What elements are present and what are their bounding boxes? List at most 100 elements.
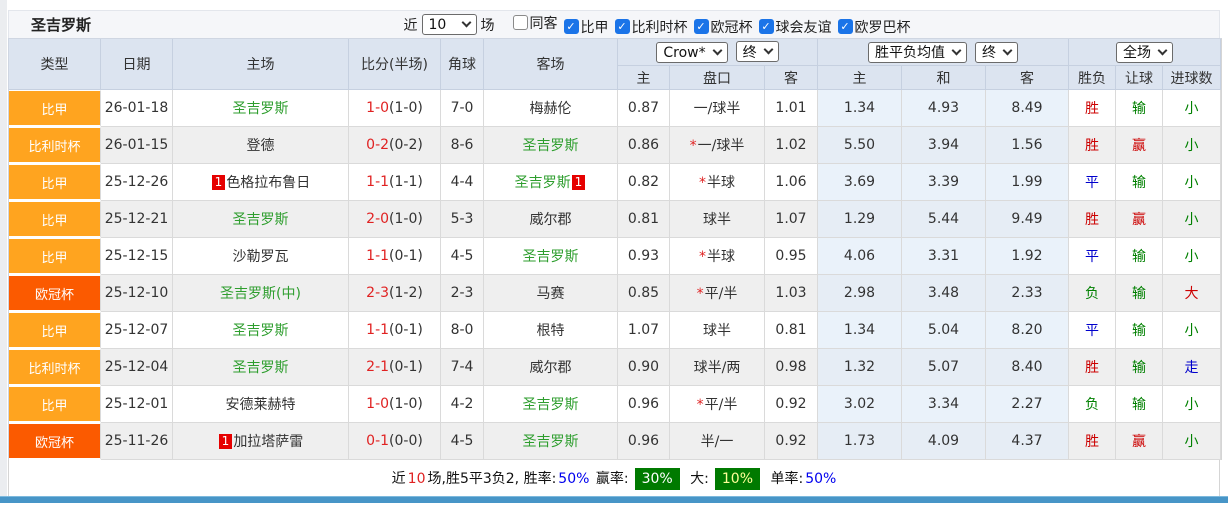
- away-team-cell: 圣吉罗斯: [484, 423, 618, 460]
- halftime-score: (1-0): [389, 100, 423, 116]
- col-header-type: 类型: [9, 39, 101, 90]
- filter-checkbox-比利时杯[interactable]: ✓ 比利时杯: [614, 17, 688, 37]
- changed-odds-star: *: [696, 286, 704, 302]
- scope-value: 全场: [1123, 45, 1151, 61]
- goals-result-cell: 小: [1163, 386, 1221, 423]
- handicap-cell: 半/一: [670, 423, 765, 460]
- score-cell: 1-1(1-1): [349, 164, 441, 201]
- avg-draw-cell: 5.44: [902, 201, 986, 238]
- fulltime-score: 1-0: [366, 396, 390, 412]
- sub-header-goals: 进球数: [1163, 66, 1221, 90]
- avg-draw-cell: 3.39: [902, 164, 986, 201]
- page-left-margin: [0, 0, 7, 496]
- handicap-result-cell: 输: [1116, 275, 1163, 312]
- checkbox-icon[interactable]: ✓: [563, 19, 579, 34]
- home-team-cell: 沙勒罗瓦: [173, 238, 349, 275]
- handicap-cell: 球半: [670, 312, 765, 349]
- filter-checkbox-比甲[interactable]: ✓ 比甲: [563, 17, 609, 37]
- match-row: 比利时杯 25-12-04 圣吉罗斯 2-1(0-1) 7-4 威尔郡 0.90 球半/两 0.…: [9, 349, 1221, 386]
- outcome-cell: 胜: [1069, 349, 1116, 386]
- matches-table: 类型 日期 主场 比分(半场) 角球 客场 Crow* 终 胜平负均值 终 全场…: [8, 38, 1222, 460]
- avg-home-cell: 1.34: [818, 312, 902, 349]
- chevron-down-icon: [951, 45, 962, 55]
- away-team-cell: 梅赫伦: [484, 90, 618, 127]
- league-type-cell: 比甲: [9, 90, 101, 127]
- result-group-header: 全场: [1069, 39, 1221, 66]
- chevron-down-icon: [712, 45, 723, 56]
- score-cell: 0-2(0-2): [349, 127, 441, 164]
- avg-home-cell: 1.73: [818, 423, 902, 460]
- league-type-cell: 比甲: [9, 312, 101, 349]
- avg-away-cell: 2.33: [986, 275, 1069, 312]
- handicap-text: 一/球半: [693, 101, 741, 117]
- chevron-down-icon: [461, 17, 471, 28]
- away-team-cell: 马赛: [484, 275, 618, 312]
- goals-result-cell: 小: [1163, 90, 1221, 127]
- team-name: 圣吉罗斯: [232, 360, 289, 376]
- away-team-cell: 圣吉罗斯: [484, 127, 618, 164]
- filter-bar: 近 10 场 同客 ✓ 比甲 ✓ 比利时杯 ✓ 欧冠杯 ✓ 球会友谊 ✓ 欧罗巴杯: [400, 13, 911, 37]
- checkbox-icon[interactable]: [512, 15, 528, 30]
- halftime-score: (0-2): [389, 137, 423, 153]
- handicap-cell: 球半: [670, 201, 765, 238]
- halftime-score: (0-1): [389, 248, 423, 264]
- scope-select[interactable]: 全场: [1116, 41, 1173, 63]
- recent-count-select[interactable]: 10: [421, 14, 477, 35]
- odds-away-cell: 0.81: [765, 312, 818, 349]
- checkbox-icon[interactable]: ✓: [693, 19, 709, 34]
- team-name: 登德: [246, 138, 275, 154]
- fulltime-score: 1-0: [366, 100, 390, 116]
- goals-result-cell: 小: [1163, 312, 1221, 349]
- odds-company-select[interactable]: Crow*: [656, 42, 728, 63]
- col-header-date: 日期: [101, 39, 173, 90]
- handicap-cell: *半球: [670, 238, 765, 275]
- handicap-cell: *一/球半: [670, 127, 765, 164]
- checkbox-icon[interactable]: ✓: [837, 19, 853, 34]
- odds-home-cell: 0.86: [618, 127, 670, 164]
- team-name: 圣吉罗斯: [522, 434, 579, 450]
- outcome-cell: 胜: [1069, 201, 1116, 238]
- sub-header-odds-home: 主: [618, 66, 670, 90]
- team-name: 圣吉罗斯: [522, 249, 579, 265]
- match-row: 欧冠杯 25-11-26 1 加拉塔萨雷 0-1(0-0) 4-5 圣吉罗斯 0.96 半/一 0…: [9, 423, 1221, 460]
- halftime-score: (0-1): [389, 322, 423, 338]
- odds-group-header: Crow* 终: [618, 39, 818, 66]
- filter-checkbox-欧罗巴杯[interactable]: ✓ 欧罗巴杯: [837, 17, 911, 37]
- fulltime-score: 2-3: [366, 285, 390, 301]
- fulltime-score: 1-1: [366, 174, 390, 190]
- col-header-score: 比分(半场): [349, 39, 441, 90]
- avg-away-cell: 9.49: [986, 201, 1069, 238]
- away-team-cell: 威尔郡: [484, 349, 618, 386]
- halftime-score: (1-1): [389, 174, 423, 190]
- filter-checkbox-球会友谊[interactable]: ✓ 球会友谊: [758, 17, 832, 37]
- sub-header-odds-away: 客: [765, 66, 818, 90]
- avg-type-select[interactable]: 胜平负均值: [868, 41, 967, 63]
- odds-time-select[interactable]: 终: [735, 41, 779, 62]
- handicap-text: 平/半: [704, 286, 738, 302]
- goals-result-cell: 小: [1163, 238, 1221, 275]
- summary-footer: 近 10 场,胜5平3负2, 胜率: 50% 赢率: 30% 大: 10% 单率: 50%: [8, 460, 1220, 498]
- checkbox-label: 欧冠杯: [710, 19, 753, 36]
- team-name: 加拉塔萨雷: [233, 434, 304, 450]
- handicap-result-cell: 赢: [1116, 201, 1163, 238]
- odds-home-cell: 0.85: [618, 275, 670, 312]
- avg-draw-cell: 5.04: [902, 312, 986, 349]
- filter-checkbox-欧冠杯[interactable]: ✓ 欧冠杯: [693, 17, 753, 37]
- team-name: 圣吉罗斯: [522, 138, 579, 154]
- corners-cell: 4-5: [441, 423, 484, 460]
- col-header-away: 客场: [484, 39, 618, 90]
- avg-home-cell: 1.34: [818, 90, 902, 127]
- league-type-cell: 欧冠杯: [9, 423, 101, 460]
- corners-cell: 5-3: [441, 201, 484, 238]
- handicap-text: 半/一: [700, 434, 734, 450]
- checkbox-icon[interactable]: ✓: [614, 19, 630, 34]
- odds-home-cell: 0.87: [618, 90, 670, 127]
- league-type-cell: 比甲: [9, 238, 101, 275]
- fulltime-score: 2-1: [366, 359, 390, 375]
- filter-checkbox-同客[interactable]: 同客: [512, 13, 558, 33]
- avg-time-select[interactable]: 终: [975, 41, 1018, 63]
- checkbox-icon[interactable]: ✓: [758, 19, 774, 34]
- title-bar: 圣吉罗斯 近 10 场 同客 ✓ 比甲 ✓ 比利时杯 ✓ 欧冠杯 ✓ 球会友谊 ✓ 欧罗巴杯: [8, 10, 1220, 38]
- avg-away-cell: 1.99: [986, 164, 1069, 201]
- odds-company-value: Crow*: [663, 44, 706, 61]
